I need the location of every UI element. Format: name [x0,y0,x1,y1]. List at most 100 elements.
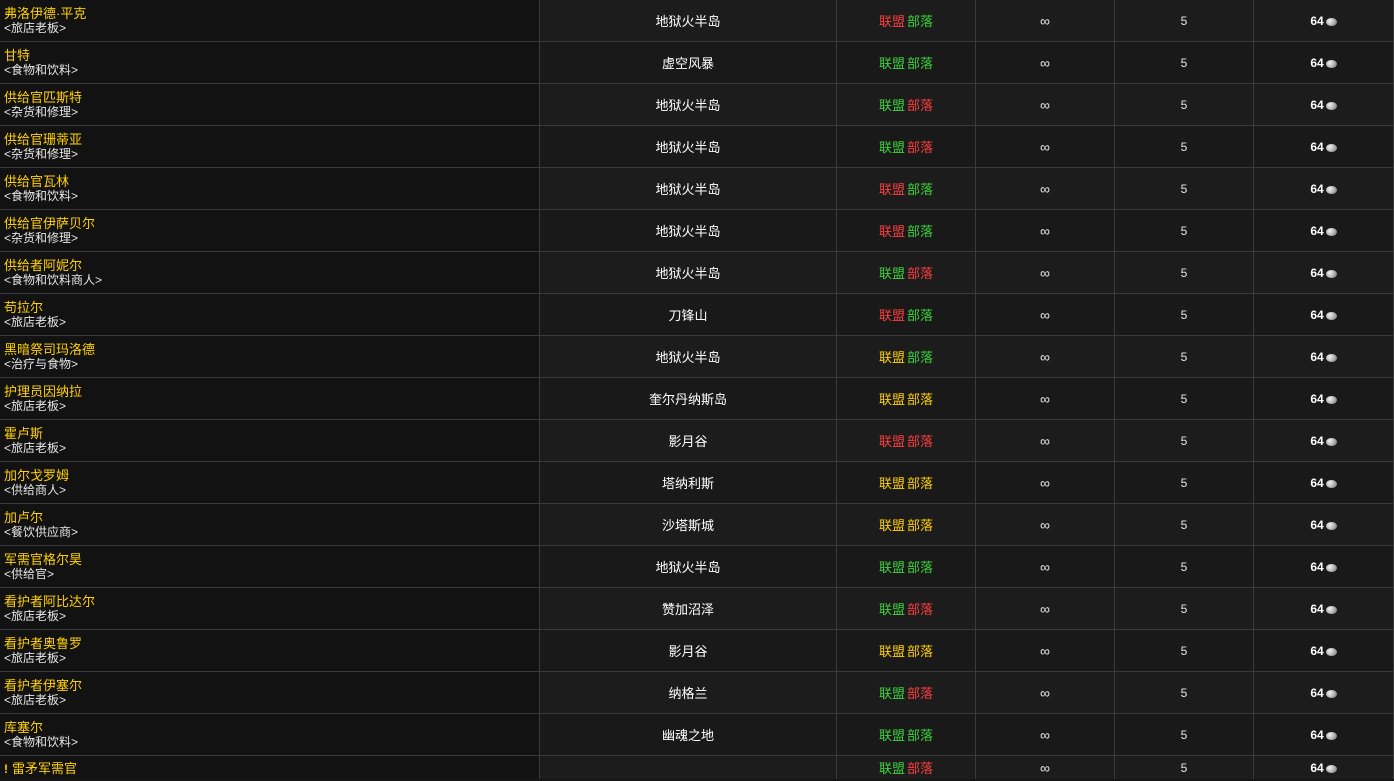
slot-cell: 5 [1114,587,1254,630]
slot-cell: 5 [1114,671,1254,714]
cost-cell: 64 [1253,503,1394,546]
alliance-reaction: 联盟 [878,434,905,449]
alliance-reaction: 联盟 [878,266,905,281]
silver-coin-icon [1325,311,1337,320]
stock-cell: ∞ [975,755,1115,779]
npc-name-link[interactable]: 看护者阿比达尔 [4,594,539,609]
slot-value: 5 [1180,475,1188,490]
npc-name-link[interactable]: 看护者奥鲁罗 [4,636,539,651]
npc-name-link[interactable]: 供给官瓦林 [4,174,539,189]
zone-link[interactable]: 赞加沼泽 [662,602,714,617]
slot-cell: 5 [1114,251,1254,294]
zone-link[interactable]: 塔纳利斯 [662,476,714,491]
slot-cell: 5 [1114,83,1254,126]
slot-value: 5 [1180,55,1188,70]
npc-name-link[interactable]: 供给者阿妮尔 [4,258,539,273]
npc-name-link[interactable]: 黑暗祭司玛洛德 [4,342,539,357]
npc-name-link[interactable]: 弗洛伊德·平克 [4,6,539,21]
reaction-cell: 联盟 部落 [836,629,976,672]
zone-link[interactable]: 地狱火半岛 [655,560,720,575]
npc-subtitle: <食物和饮料商人> [4,272,103,287]
zone-link[interactable]: 纳格兰 [668,686,707,701]
horde-reaction: 部落 [907,350,934,365]
slot-value: 5 [1180,685,1188,700]
zone-cell: 虚空风暴 [539,41,837,84]
zone-link[interactable]: 影月谷 [668,644,707,659]
npc-cell: 看护者奥鲁罗 <旅店老板> [0,629,540,672]
zone-cell: 幽魂之地 [539,713,837,756]
zone-cell: 地狱火半岛 [539,335,837,378]
npc-name-link[interactable]: 雷矛军需官 [12,761,77,776]
cost-value: 64 [1310,517,1324,532]
npc-name-link[interactable]: 加尔戈罗姆 [4,468,539,483]
slot-value: 5 [1180,13,1188,28]
npc-name-link[interactable]: 甘特 [4,48,539,63]
slot-cell: 5 [1114,629,1254,672]
table-row: 护理员因纳拉 <旅店老板> 奎尔丹纳斯岛 联盟 部落 ∞ 5 64 [0,377,1394,420]
cost-value: 64 [1310,55,1324,70]
zone-cell: 奎尔丹纳斯岛 [539,377,837,420]
npc-subtitle: <餐饮供应商> [4,524,79,539]
zone-link[interactable]: 幽魂之地 [662,728,714,743]
zone-link[interactable]: 地狱火半岛 [655,266,720,281]
npc-name-link[interactable]: 看护者伊塞尔 [4,678,539,693]
vendor-table: 弗洛伊德·平克 <旅店老板> 地狱火半岛 联盟 部落 ∞ 5 64 甘特 <食物和饮料> 虚空风暴联… [0,0,1394,779]
zone-link[interactable]: 地狱火半岛 [655,98,720,113]
npc-cell: 供给者阿妮尔 <食物和饮料商人> [0,251,540,294]
silver-coin-icon [1325,689,1337,698]
npc-subtitle: <食物和饮料> [4,62,79,77]
zone-link[interactable]: 刀锋山 [668,308,707,323]
zone-link[interactable]: 地狱火半岛 [655,224,720,239]
table-row: 看护者奥鲁罗 <旅店老板> 影月谷 联盟 部落 ∞ 5 64 [0,629,1394,672]
cost-cell: 64 [1253,461,1394,504]
npc-name-link[interactable]: 护理员因纳拉 [4,384,539,399]
slot-value: 5 [1180,559,1188,574]
cost-value: 64 [1310,727,1324,742]
npc-name-link[interactable]: 苟拉尔 [4,300,539,315]
zone-cell: 地狱火半岛 [539,0,837,42]
npc-subtitle: <旅店老板> [4,314,67,329]
npc-name-link[interactable]: 霍卢斯 [4,426,539,441]
zone-cell: 地狱火半岛 [539,545,837,588]
npc-name-link[interactable]: 加卢尔 [4,510,539,525]
npc-name-link[interactable]: 库塞尔 [4,720,539,735]
stock-infinite: ∞ [1040,12,1050,29]
vendor-table-body: 弗洛伊德·平克 <旅店老板> 地狱火半岛 联盟 部落 ∞ 5 64 甘特 <食物和饮料> 虚空风暴联… [0,0,1394,779]
zone-link[interactable]: 地狱火半岛 [655,182,720,197]
stock-cell: ∞ [975,377,1115,420]
silver-coin-icon [1325,731,1337,740]
zone-cell: 赞加沼泽 [539,587,837,630]
zone-link[interactable]: 地狱火半岛 [655,350,720,365]
npc-name-link[interactable]: 供给官珊蒂亚 [4,132,539,147]
table-row: 看护者阿比达尔 <旅店老板> 赞加沼泽 联盟 部落 ∞ 5 64 [0,587,1394,630]
cost-cell: 64 [1253,251,1394,294]
zone-cell: 影月谷 [539,419,837,462]
slot-cell: 5 [1114,545,1254,588]
zone-link[interactable]: 奎尔丹纳斯岛 [649,392,727,407]
horde-reaction: 部落 [907,602,934,617]
cost-cell: 64 [1253,293,1394,336]
stock-infinite: ∞ [1040,264,1050,281]
npc-cell: 加卢尔 <餐饮供应商> [0,503,540,546]
cost-value: 64 [1310,559,1324,574]
slot-cell: 5 [1114,755,1254,779]
npc-name-link[interactable]: 军需官格尔昊 [4,552,539,567]
npc-name-link[interactable]: 供给官匹斯特 [4,90,539,105]
npc-subtitle: <食物和饮料> [4,734,79,749]
slot-value: 5 [1180,643,1188,658]
zone-link[interactable]: 地狱火半岛 [655,140,720,155]
zone-link[interactable]: 虚空风暴 [662,56,714,71]
npc-subtitle: <杂货和修理> [4,146,79,161]
slot-value: 5 [1180,727,1188,742]
zone-link[interactable]: 地狱火半岛 [655,14,720,29]
npc-subtitle: <治疗与食物> [4,356,79,371]
npc-name-link[interactable]: 供给官伊萨贝尔 [4,216,539,231]
cost-value: 64 [1310,391,1324,406]
zone-link[interactable]: 沙塔斯城 [662,518,714,533]
zone-link[interactable]: 影月谷 [668,434,707,449]
table-row: 库塞尔 <食物和饮料> 幽魂之地 联盟 部落 ∞ 5 64 [0,713,1394,756]
horde-reaction: 部落 [907,308,934,323]
horde-reaction: 部落 [907,98,934,113]
reaction-cell: 联盟 部落 [836,545,976,588]
reaction-cell: 联盟 部落 [836,83,976,126]
